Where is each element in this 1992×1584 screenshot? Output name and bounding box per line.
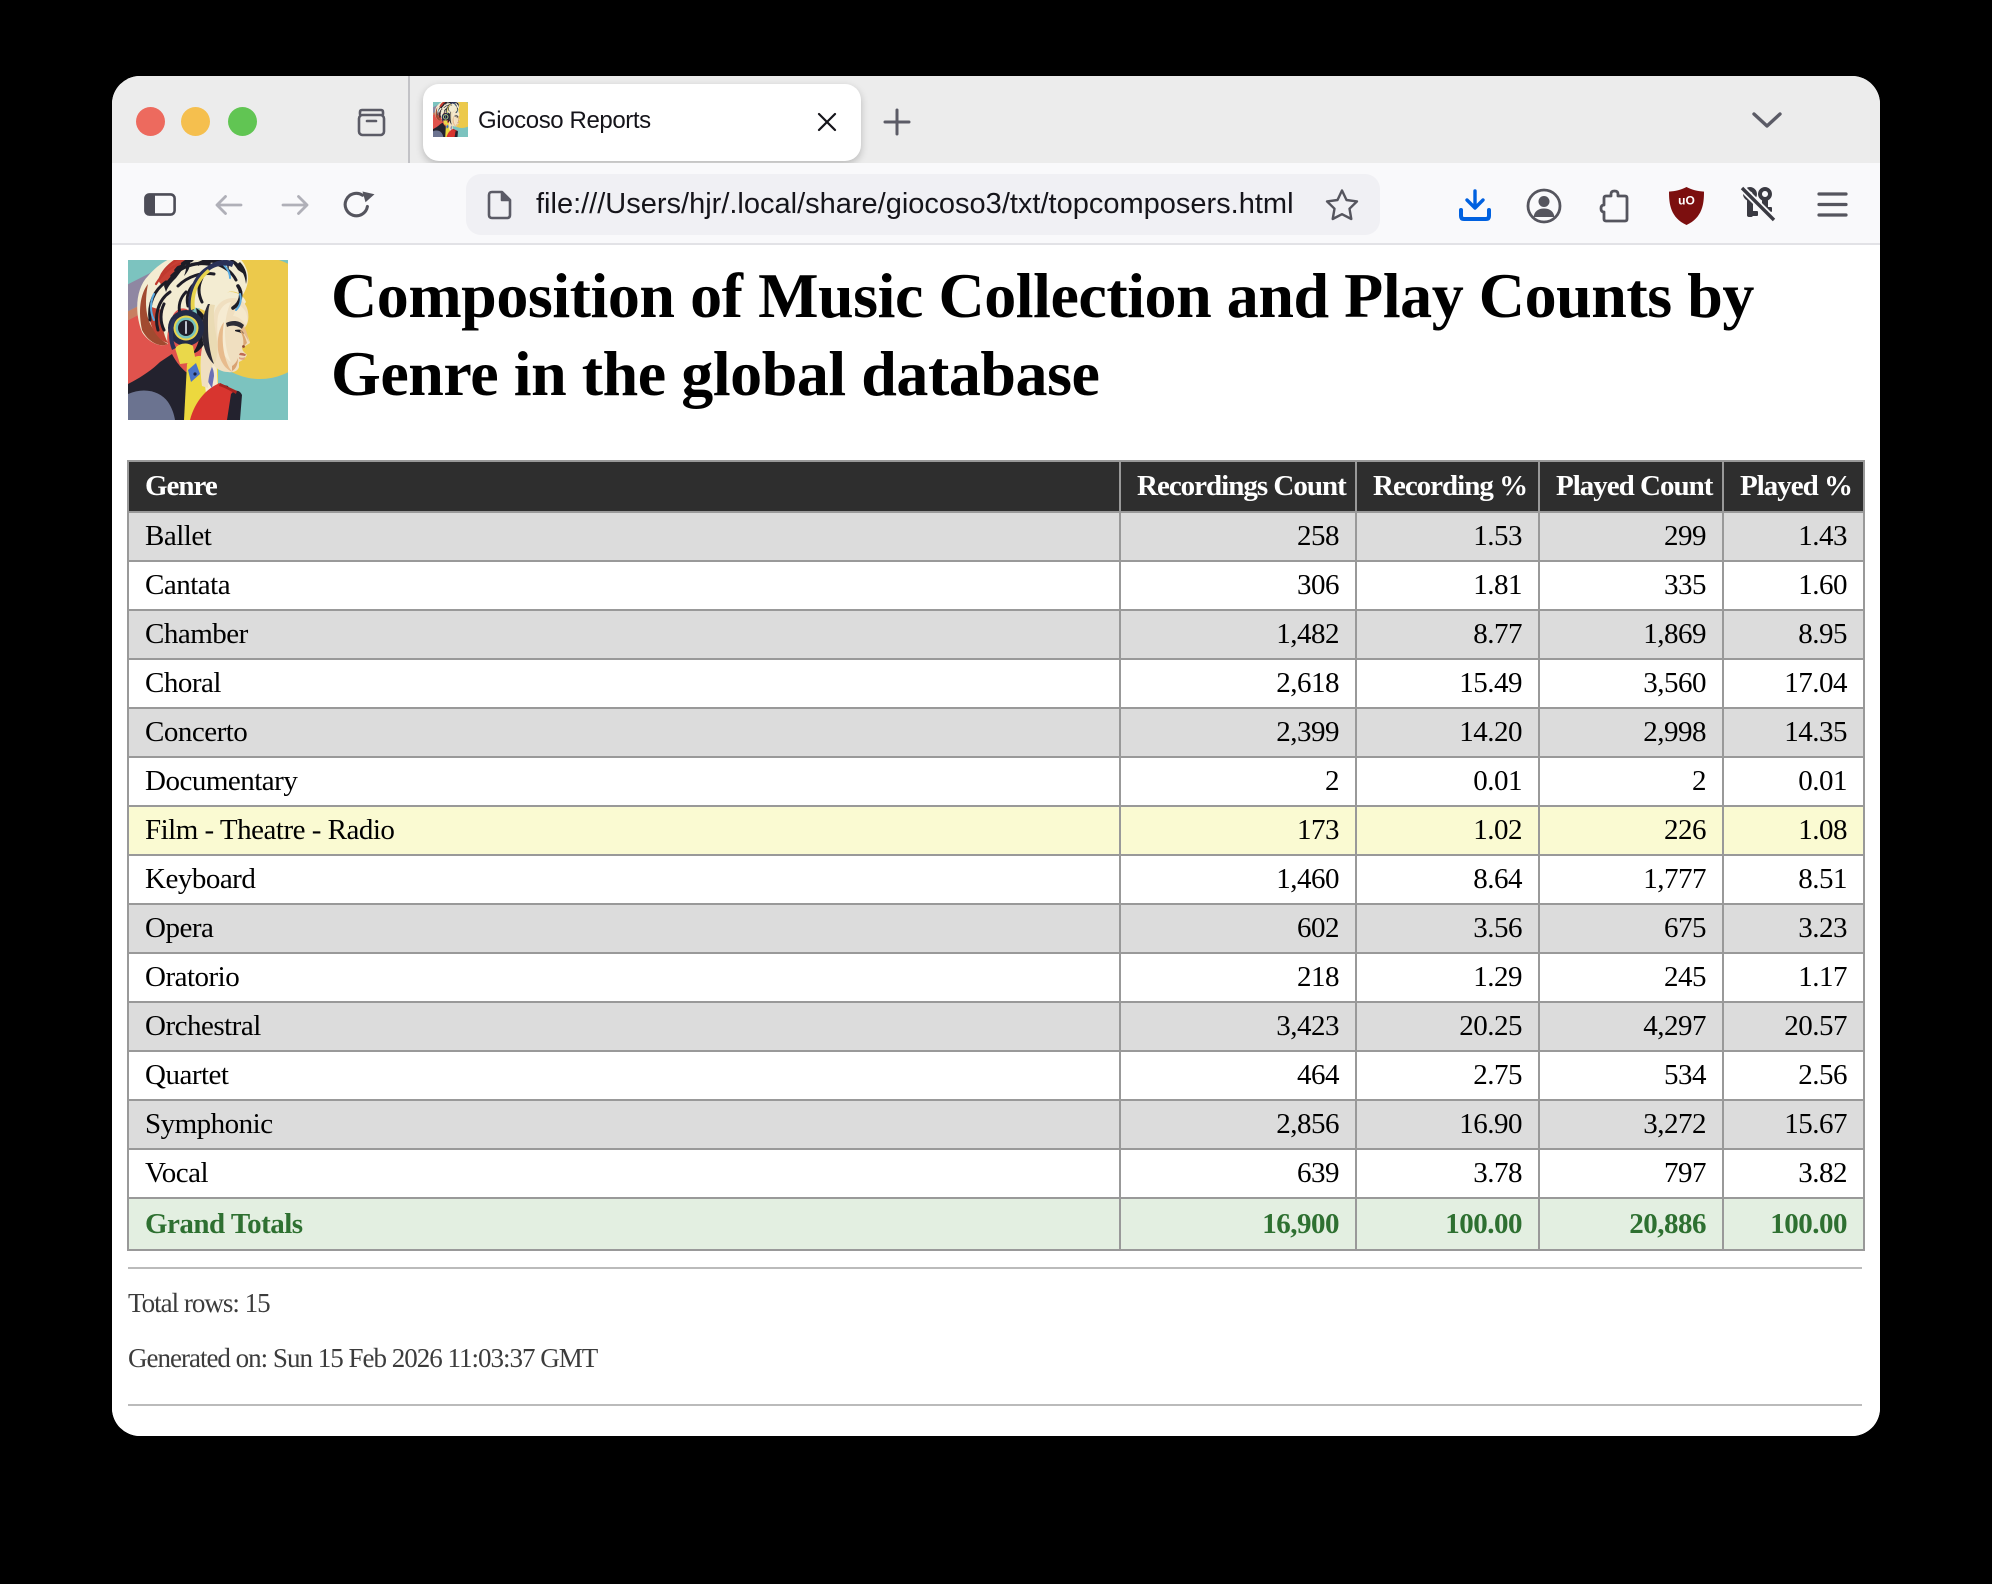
svg-text:uO: uO xyxy=(1678,194,1695,208)
